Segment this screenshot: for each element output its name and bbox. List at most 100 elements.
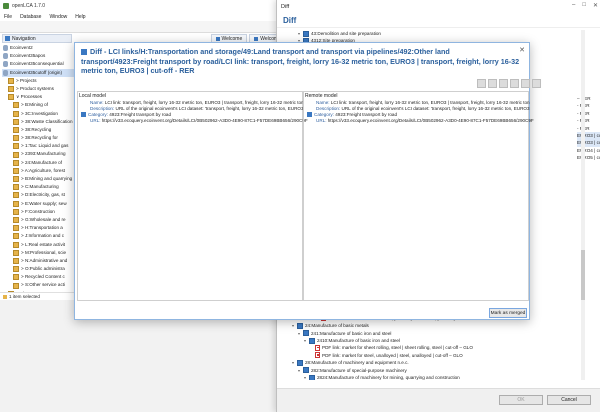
nav-tree-item[interactable]: > H:Transportation a <box>2 224 80 232</box>
nav-tree-item-label: > L:Real estate activit <box>21 241 66 247</box>
nav-tree-item[interactable]: > Recycled Content c <box>2 273 80 281</box>
folder-icon <box>303 367 309 374</box>
nav-tree-item[interactable]: > N:Administrative and <box>2 257 80 265</box>
collapse-icon[interactable] <box>532 79 541 88</box>
previous-diff-icon[interactable] <box>510 79 519 88</box>
nav-tree-item[interactable]: > G:Wholesale and re <box>2 216 80 224</box>
nav-tree-item[interactable]: > 3C:Investigation <box>2 110 80 118</box>
tab-navigation[interactable]: Navigation <box>2 34 72 43</box>
nav-tree-item[interactable]: > B:Mining of <box>2 101 80 109</box>
navigation-icon <box>5 36 10 41</box>
chevron-down-icon[interactable]: ▾ <box>297 330 301 337</box>
diff-tree-item-label: 28:Manufacture of machinery and equipmen… <box>305 360 409 366</box>
diff-scroll-thumb[interactable] <box>581 250 585 300</box>
menu-file[interactable]: File <box>4 14 12 20</box>
dialog-toolbar <box>477 79 541 88</box>
diff-tree-item[interactable]: ▾ 24:Manufacture of basic metals <box>281 322 581 329</box>
chevron-down-icon[interactable]: ▾ <box>303 337 307 344</box>
folder-icon <box>13 102 19 109</box>
dialog-title: Diff - LCI links/H:Transportation and st… <box>75 43 531 83</box>
dialog-close-icon[interactable]: ✕ <box>519 46 525 54</box>
remote-category-value: 4923:Freight transport by road <box>335 112 397 117</box>
close-icon[interactable]: ✕ <box>593 2 598 9</box>
copy-left-icon[interactable] <box>477 79 486 88</box>
chevron-down-icon[interactable]: ▾ <box>303 374 307 380</box>
chevron-down-icon[interactable]: ▾ <box>291 359 295 366</box>
nav-tree-item[interactable]: > 38:Recycling <box>2 126 80 134</box>
nav-tree-item[interactable]: > J:Information and c <box>2 232 80 240</box>
nav-tree-item-label: Ecoinvent35cutoff (origin) <box>10 69 63 75</box>
status-text: 1 item selected <box>9 294 40 299</box>
diff-tree-item[interactable]: ▾ 2410:Manufacture of basic iron and stee… <box>281 337 581 344</box>
nav-tree-item[interactable]: > S:Other service acti <box>2 281 80 289</box>
folder-icon <box>13 233 19 240</box>
local-url-value: https://v33.ecoquery.ecoinvent.org/Detai… <box>101 118 308 123</box>
nav-tree-item-label: > B:Mining of <box>21 102 48 108</box>
copy-right-icon[interactable] <box>488 79 497 88</box>
diff-tree-item[interactable]: PDF link: market for sheet rolling, stee… <box>281 344 581 352</box>
chevron-down-icon[interactable]: ▾ <box>297 30 301 37</box>
menu-window[interactable]: Window <box>49 14 67 20</box>
nav-tree-item[interactable]: > 2393:Manufacturing <box>2 150 80 158</box>
folder-icon <box>13 151 19 158</box>
nav-tree-item[interactable]: Ecoinvent2 <box>2 44 80 52</box>
diff-tree-item-label: 2410:Manufacture of basic iron and steel <box>317 337 400 343</box>
nav-tree-item-label: > 38:Recycling for <box>21 135 58 141</box>
menu-database[interactable]: Database <box>20 14 41 20</box>
nav-tree-item[interactable]: > M:Professional, scie <box>2 249 80 257</box>
info-icon <box>3 294 7 299</box>
diff-tree-item[interactable]: ▾ 28:Manufacture of machinery and equipme… <box>281 359 581 366</box>
folder-icon <box>8 77 14 84</box>
nav-tree-item[interactable]: > Product systems <box>2 85 80 93</box>
local-url-row[interactable]: URL: https://v33.ecoquery.ecoinvent.org/… <box>90 118 308 124</box>
folder-icon <box>13 192 19 199</box>
app-title: openLCA 1.7.0 <box>12 3 46 9</box>
diff-tree-item[interactable]: ▾ 282:Manufacture of special-purpose mach… <box>281 367 581 374</box>
maximize-icon[interactable]: □ <box>582 2 586 9</box>
nav-tree-item[interactable]: > 1:Tax: Liquid and gas <box>2 142 80 150</box>
mark-as-merged-button[interactable]: Mark as merged <box>489 308 527 318</box>
minimize-icon[interactable]: – <box>572 2 575 9</box>
folder-icon <box>303 330 309 337</box>
tab-navigation-label: Navigation <box>12 35 36 42</box>
cancel-button[interactable]: Cancel <box>547 395 591 405</box>
chevron-down-icon[interactable]: ▾ <box>291 322 295 329</box>
home-icon <box>254 36 259 41</box>
nav-tree-item-label: > D:Electricity, gas, st <box>21 192 65 198</box>
folder-icon <box>13 184 19 191</box>
nav-tree-item[interactable]: ∨ Processes <box>2 93 80 101</box>
nav-tree-item[interactable]: > 38:Waste Classification <box>2 118 80 126</box>
nav-tree-item[interactable]: > A:Agriculture, forest <box>2 167 80 175</box>
nav-tree-item[interactable]: > 38:Recycling for <box>2 134 80 142</box>
remote-url-row[interactable]: URL: https://v33.ecoquery.ecoinvent.org/… <box>316 118 534 124</box>
local-model-heading: Local model <box>79 93 106 99</box>
menu-help[interactable]: Help <box>75 14 85 20</box>
next-diff-icon[interactable] <box>521 79 530 88</box>
database-icon <box>3 61 8 68</box>
nav-tree-item[interactable]: > D:Electricity, gas, st <box>2 191 80 199</box>
remote-description-label: Description: <box>316 106 341 111</box>
diff-tree-item[interactable]: ▾ 241:Manufacture of basic iron and steel <box>281 330 581 337</box>
ok-button[interactable]: OK <box>499 395 543 405</box>
window-controls: – □ ✕ <box>572 2 598 9</box>
folder-icon <box>297 359 303 366</box>
diff-tree-item[interactable]: ▾ 2824:Manufacture of machinery for minin… <box>281 374 581 380</box>
nav-tree-item[interactable]: Ecoinvent35cutoff (origin) <box>2 68 80 77</box>
nav-tree-item[interactable]: > B:Mining and quarrying <box>2 175 80 183</box>
diff-scrollbar[interactable] <box>581 30 585 380</box>
nav-tree-item[interactable]: > E:Water supply; sew <box>2 200 80 208</box>
folder-icon <box>13 241 19 248</box>
nav-tree-item[interactable]: > O:Public administra <box>2 265 80 273</box>
nav-tree-item-label: > 2393:Manufacturing <box>21 151 66 157</box>
nav-tree-item[interactable]: > L:Real estate activit <box>2 241 80 249</box>
nav-tree-item[interactable]: > C:Manufacturing <box>2 183 80 191</box>
nav-tree-item[interactable]: Ecoinvent35apos <box>2 52 80 60</box>
nav-tree-item[interactable]: > F:Construction <box>2 208 80 216</box>
nav-tree-item[interactable]: > Projects <box>2 77 80 85</box>
chevron-down-icon[interactable]: ▾ <box>297 367 301 374</box>
diff-tree-item[interactable]: ▾ 43:Demolition and site preparation <box>281 30 581 37</box>
diff-tree-item[interactable]: PDF link: market for steel, unalloyed | … <box>281 352 581 359</box>
nav-tree-item[interactable]: > 24:Manufacture of <box>2 159 80 167</box>
nav-tree-item[interactable]: Ecoinvent35consequential <box>2 60 80 68</box>
reset-icon[interactable] <box>499 79 508 88</box>
